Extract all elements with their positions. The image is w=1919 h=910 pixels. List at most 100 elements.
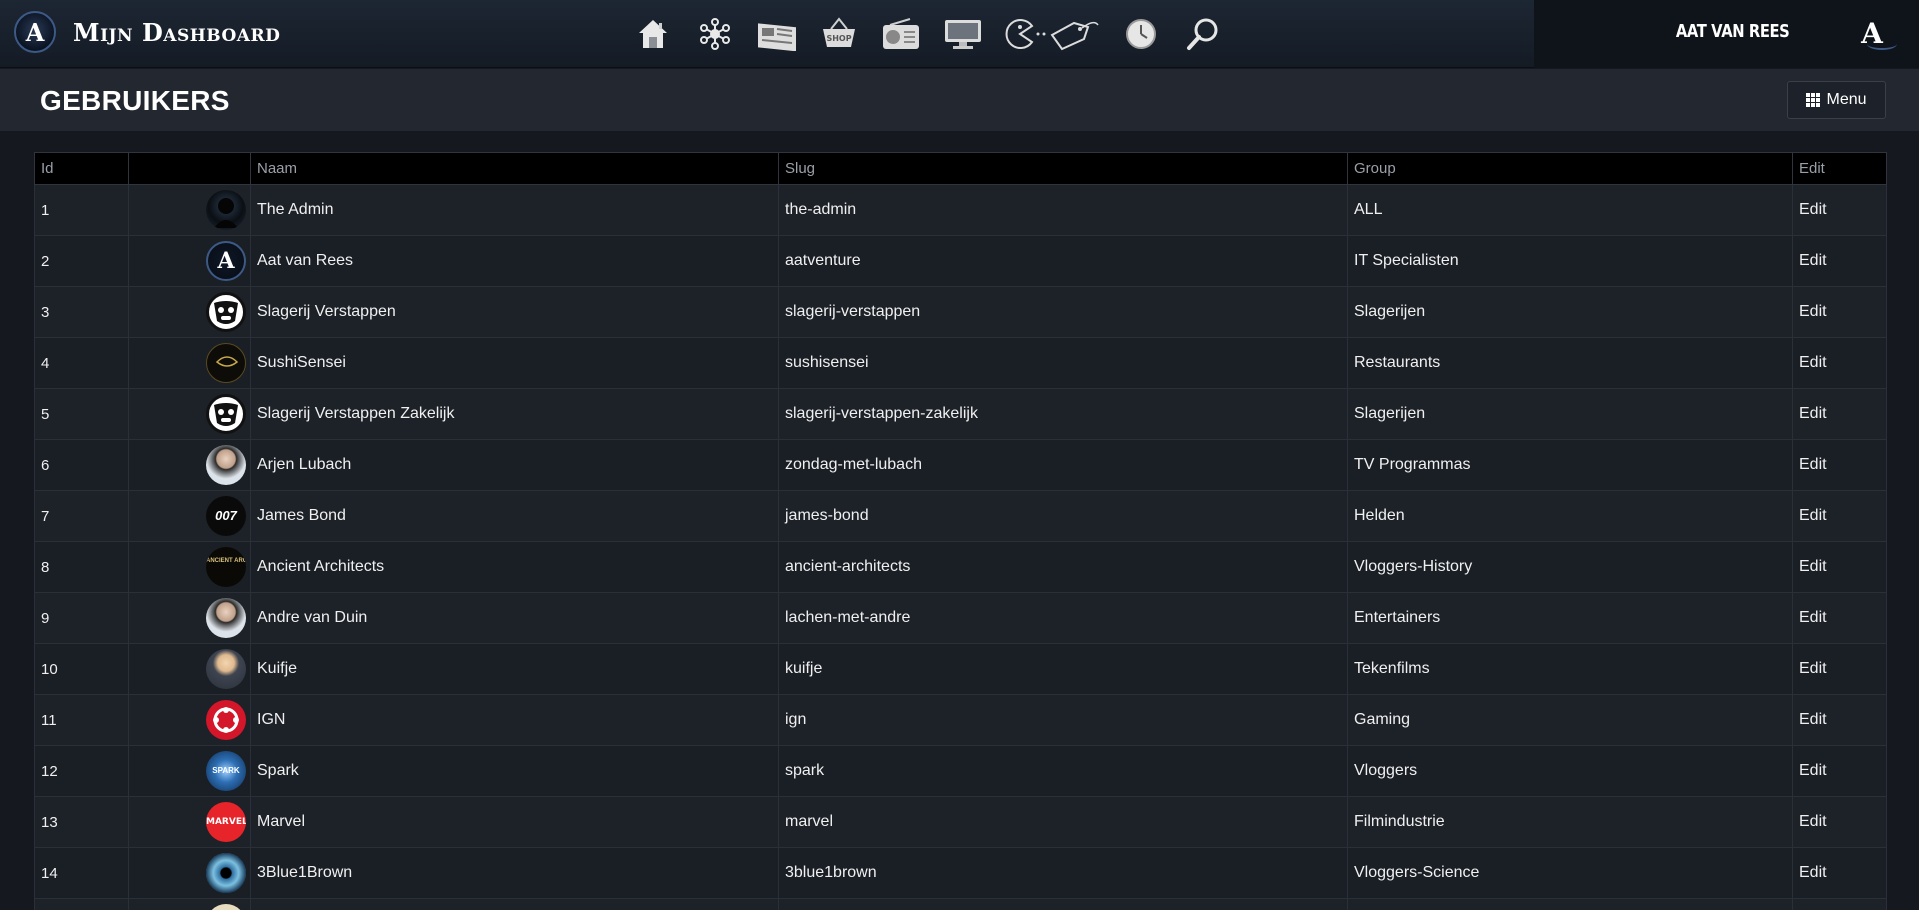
edit-link[interactable]: Edit <box>1799 456 1827 473</box>
cell-id: 9 <box>34 592 129 644</box>
table-row[interactable]: 6 Arjen Lubach zondag-met-lubach TV Program… <box>34 439 1887 491</box>
table-row[interactable]: 11 IGN ign Gaming Edit <box>34 694 1887 746</box>
edit-link[interactable]: Edit <box>1799 405 1827 422</box>
users-table: Id Naam Slug Group Edit 1 The Admin the-ad… <box>34 152 1887 910</box>
edit-link[interactable]: Edit <box>1799 864 1827 881</box>
cell-group: Vloggers <box>1347 745 1793 797</box>
cell-avatar: SPARK <box>128 745 251 797</box>
search-icon[interactable] <box>1180 12 1226 56</box>
user-avatar[interactable]: ANCIENT ARCHITECTS <box>206 547 246 587</box>
cell-id: 2 <box>34 235 129 287</box>
cell-group: Gaming <box>1347 694 1793 746</box>
user-avatar[interactable] <box>206 394 246 434</box>
column-header-id[interactable]: Id <box>34 152 129 185</box>
cell-id <box>34 898 129 910</box>
edit-link[interactable]: Edit <box>1799 711 1827 728</box>
cell-avatar <box>128 439 251 491</box>
cell-slug: slagerij-verstappen-zakelijk <box>778 388 1348 440</box>
cell-edit: Edit <box>1792 796 1887 848</box>
network-icon[interactable] <box>692 12 738 56</box>
table-row[interactable]: 5 Slagerij Verstappen Zakelijk slagerij-ve… <box>34 388 1887 440</box>
table-row[interactable]: 8 ANCIENT ARCHITECTSAncient Architectsanc… <box>34 541 1887 593</box>
table-row[interactable]: 4 SushiSensei sushisensei Restaurants Edit <box>34 337 1887 389</box>
column-header-slug[interactable]: Slug <box>778 152 1348 185</box>
user-avatar[interactable] <box>206 904 246 910</box>
shop-basket-icon[interactable]: SHOP <box>816 12 862 56</box>
cell-edit: Edit <box>1792 541 1887 593</box>
table-row[interactable]: 2 A Aat van Rees aatventure IT Specialisten E… <box>34 235 1887 287</box>
edit-link[interactable]: Edit <box>1799 507 1827 524</box>
cell-slug: zondag-met-lubach <box>778 439 1348 491</box>
table-row[interactable] <box>34 898 1887 910</box>
user-avatar[interactable] <box>206 598 246 638</box>
cell-slug: ign <box>778 694 1348 746</box>
cell-id: 10 <box>34 643 129 695</box>
cell-edit: Edit <box>1792 235 1887 287</box>
table-row[interactable]: 13 MARVEL Marvel marvel Filmindustrie Edit <box>34 796 1887 848</box>
table-header-row: Id Naam Slug Group Edit <box>34 152 1887 185</box>
cell-id: 13 <box>34 796 129 848</box>
cell-avatar <box>128 286 251 338</box>
table-row[interactable]: 10 Kuifje kuifje Tekenfilms Edit <box>34 643 1887 695</box>
cell-slug: lachen-met-andre <box>778 592 1348 644</box>
cell-edit: Edit <box>1792 694 1887 746</box>
edit-link[interactable]: Edit <box>1799 303 1827 320</box>
user-avatar[interactable]: MARVEL <box>206 802 246 842</box>
cell-edit: Edit <box>1792 439 1887 491</box>
table-row[interactable]: 14 3Blue1Brown 3blue1brown Vloggers-Science… <box>34 847 1887 899</box>
user-avatar[interactable] <box>206 190 246 230</box>
radio-icon[interactable] <box>878 12 924 56</box>
cell-name: Marvel <box>250 796 779 848</box>
user-avatar[interactable] <box>206 853 246 893</box>
table-row[interactable]: 3 Slagerij Verstappen slagerij-verstappen S… <box>34 286 1887 338</box>
edit-link[interactable]: Edit <box>1799 813 1827 830</box>
brand-title[interactable]: Mijn Dashboard <box>73 18 280 47</box>
edit-link[interactable]: Edit <box>1799 201 1827 218</box>
cell-name: James Bond <box>250 490 779 542</box>
user-avatar[interactable] <box>206 445 246 485</box>
cell-avatar <box>128 643 251 695</box>
cell-name: Ancient Architects <box>250 541 779 593</box>
user-avatar[interactable]: 007 <box>206 496 246 536</box>
cell-edit: Edit <box>1792 643 1887 695</box>
user-avatar[interactable]: SPARK <box>206 751 246 791</box>
user-avatar[interactable]: A <box>206 241 246 281</box>
menu-button[interactable]: Menu <box>1787 81 1886 119</box>
user-name[interactable]: AAT VAN REES <box>1676 21 1790 42</box>
cell-name: Spark <box>250 745 779 797</box>
edit-link[interactable]: Edit <box>1799 609 1827 626</box>
user-avatar-logo[interactable]: A <box>1853 14 1897 52</box>
cell-group: Slagerijen <box>1347 286 1793 338</box>
edit-link[interactable]: Edit <box>1799 660 1827 677</box>
clock-icon[interactable] <box>1118 12 1164 56</box>
edit-link[interactable]: Edit <box>1799 252 1827 269</box>
table-row[interactable]: 12 SPARK Spark spark Vloggers Edit <box>34 745 1887 797</box>
user-avatar[interactable] <box>206 649 246 689</box>
cell-edit: Edit <box>1792 847 1887 899</box>
cell-id: 6 <box>34 439 129 491</box>
home-icon[interactable] <box>630 12 676 56</box>
pacman-tag-icon[interactable] <box>1002 12 1102 56</box>
table-row[interactable]: 7 007 James Bond james-bond Helden Edit <box>34 490 1887 542</box>
users-table-body: 1 The Admin the-admin ALL Edit 2 A Aat van Rees… <box>34 184 1887 910</box>
column-header-name[interactable]: Naam <box>250 152 779 185</box>
edit-link[interactable]: Edit <box>1799 762 1827 779</box>
table-row[interactable]: 1 The Admin the-admin ALL Edit <box>34 184 1887 236</box>
cell-group <box>1347 898 1793 910</box>
cell-id: 11 <box>34 694 129 746</box>
column-header-group[interactable]: Group <box>1347 152 1793 185</box>
cell-edit <box>1792 898 1887 910</box>
cell-slug: spark <box>778 745 1348 797</box>
edit-link[interactable]: Edit <box>1799 354 1827 371</box>
monitor-icon[interactable] <box>940 12 986 56</box>
user-avatar[interactable] <box>206 343 246 383</box>
brand-logo[interactable]: A <box>14 11 56 53</box>
cell-group: Vloggers-History <box>1347 541 1793 593</box>
newspaper-icon[interactable] <box>754 12 800 56</box>
cell-name: Andre van Duin <box>250 592 779 644</box>
edit-link[interactable]: Edit <box>1799 558 1827 575</box>
user-avatar[interactable] <box>206 292 246 332</box>
cell-group: Filmindustrie <box>1347 796 1793 848</box>
table-row[interactable]: 9 Andre van Duin lachen-met-andre Entertain… <box>34 592 1887 644</box>
user-avatar[interactable] <box>206 700 246 740</box>
